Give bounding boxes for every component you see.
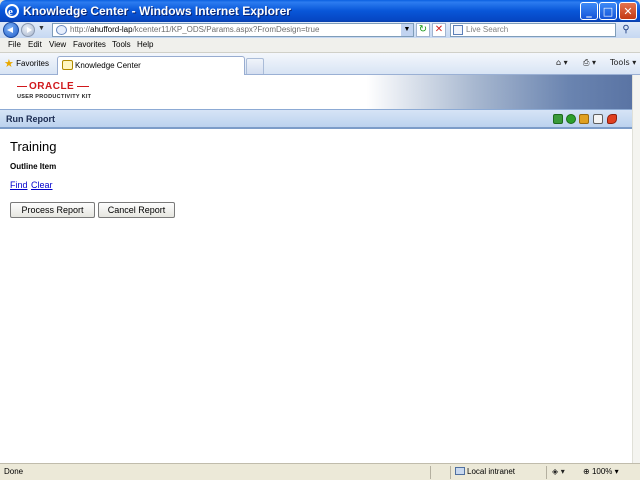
- search-input[interactable]: Live Search: [450, 23, 616, 37]
- find-link[interactable]: Find: [10, 180, 28, 190]
- address-dropdown-icon[interactable]: ▼: [401, 24, 413, 36]
- section-bar: Run Report: [0, 109, 632, 129]
- print-icon[interactable]: ⎙ ▾: [583, 58, 596, 68]
- address-url[interactable]: http://ahufford-lap/kcenter11/KP_ODS/Par…: [70, 25, 319, 34]
- address-toolbar: ▼ http://ahufford-lap/kcenter11/KP_ODS/P…: [0, 22, 640, 38]
- process-report-button[interactable]: Process Report: [10, 202, 95, 218]
- favorites-label: Favorites: [16, 59, 50, 68]
- go-icon[interactable]: [566, 114, 576, 124]
- search-button[interactable]: ⚲: [618, 23, 634, 37]
- menu-tools[interactable]: Tools: [112, 40, 131, 49]
- zone-label: Local intranet: [467, 467, 516, 476]
- section-title: Run Report: [6, 114, 55, 124]
- security-zone[interactable]: Local intranet: [455, 467, 515, 476]
- protected-mode-icon[interactable]: ◈ ▾: [552, 467, 565, 476]
- star-icon: ★: [4, 57, 14, 70]
- tab-bar: ★ Favorites Knowledge Center ⌂ ▾ ⎙ ▾ Too…: [0, 53, 640, 75]
- window-titlebar: e Knowledge Center - Windows Internet Ex…: [0, 0, 640, 22]
- url-host: ahufford-lap: [90, 25, 133, 34]
- oracle-upk-logo: ORACLE USER PRODUCTIVITY KIT: [16, 81, 92, 103]
- tab-knowledge-center[interactable]: Knowledge Center: [57, 56, 245, 75]
- clear-link[interactable]: Clear: [31, 180, 53, 190]
- status-divider: [430, 466, 431, 479]
- live-search-icon: [453, 25, 463, 35]
- menu-file[interactable]: File: [8, 40, 21, 49]
- status-text: Done: [4, 467, 24, 476]
- maximize-button[interactable]: □: [599, 2, 617, 20]
- tools-label: Tools: [610, 58, 630, 67]
- tools-command[interactable]: Tools ▾: [610, 58, 636, 67]
- ie-icon: e: [5, 4, 19, 18]
- forward-button[interactable]: [21, 23, 35, 37]
- menu-edit[interactable]: Edit: [28, 40, 42, 49]
- menu-bar: File Edit View Favorites Tools Help: [0, 38, 640, 53]
- outline-item-label: Outline Item: [10, 162, 57, 171]
- page-content: ORACLE USER PRODUCTIVITY KIT Run Report …: [0, 75, 632, 463]
- address-bar[interactable]: http://ahufford-lap/kcenter11/KP_ODS/Par…: [52, 23, 414, 37]
- svg-text:e: e: [8, 6, 13, 18]
- minimize-button[interactable]: _: [580, 2, 598, 20]
- logo-brand: ORACLE: [16, 81, 90, 92]
- new-tab-button[interactable]: [246, 58, 264, 74]
- window-title: Knowledge Center - Windows Internet Expl…: [23, 4, 291, 18]
- logo-product: USER PRODUCTIVITY KIT: [17, 94, 92, 100]
- export-icon[interactable]: [553, 114, 563, 124]
- menu-view[interactable]: View: [49, 40, 66, 49]
- page-icon: [56, 25, 67, 35]
- zoom-control[interactable]: ⊕ 100% ▾: [583, 467, 619, 476]
- home-page-icon[interactable]: [579, 114, 589, 124]
- logout-icon[interactable]: [607, 114, 617, 124]
- status-bar: Done Local intranet ◈ ▾ ⊕ 100% ▾: [0, 463, 640, 480]
- back-button[interactable]: [3, 22, 19, 38]
- refresh-button[interactable]: ↻: [416, 23, 430, 37]
- tab-label: Knowledge Center: [75, 61, 141, 70]
- search-placeholder: Live Search: [466, 25, 509, 34]
- status-divider: [546, 466, 547, 479]
- url-path: /kcenter11/KP_ODS/Params.aspx?FromDesign…: [132, 25, 320, 34]
- help-icon[interactable]: [593, 114, 603, 124]
- menu-favorites[interactable]: Favorites: [73, 40, 106, 49]
- close-button[interactable]: ✕: [619, 2, 637, 20]
- menu-help[interactable]: Help: [137, 40, 153, 49]
- url-prefix: http://: [70, 25, 91, 34]
- home-icon[interactable]: ⌂ ▾: [556, 58, 568, 67]
- history-dropdown-icon[interactable]: ▼: [38, 25, 46, 35]
- zoom-level: 100%: [591, 467, 613, 476]
- cancel-report-button[interactable]: Cancel Report: [98, 202, 175, 218]
- status-divider: [450, 466, 451, 479]
- page-heading: Training: [10, 139, 57, 154]
- favorites-button[interactable]: ★ Favorites: [4, 57, 49, 71]
- header-banner: ORACLE USER PRODUCTIVITY KIT: [0, 75, 632, 109]
- tab-page-icon: [62, 60, 73, 70]
- intranet-icon: [455, 467, 465, 475]
- vertical-scrollbar[interactable]: [632, 75, 640, 463]
- stop-button[interactable]: ✕: [432, 23, 446, 37]
